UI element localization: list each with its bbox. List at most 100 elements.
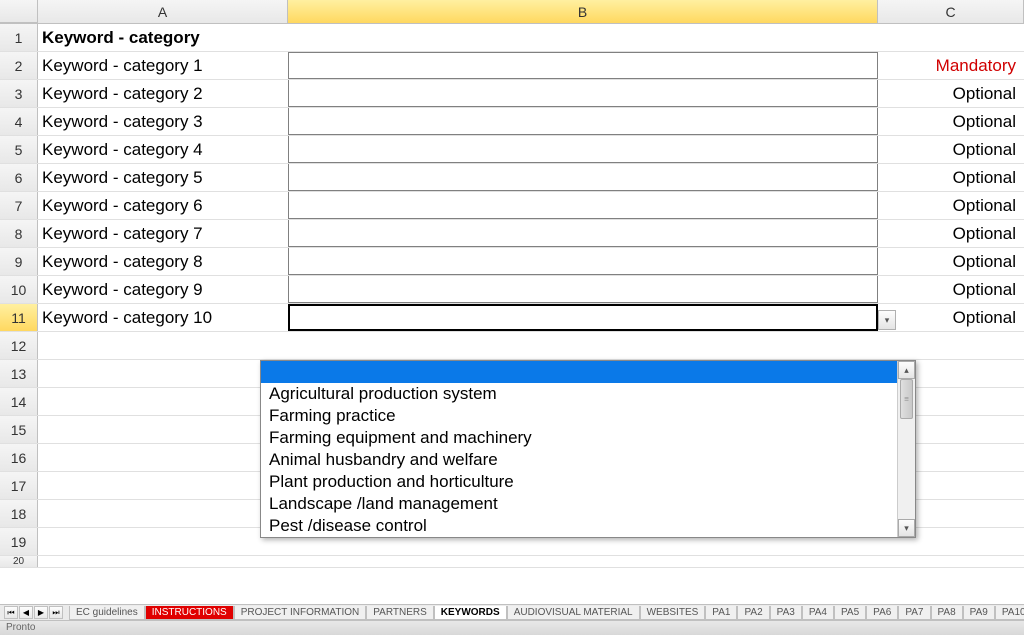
- row-header[interactable]: 6: [0, 164, 38, 191]
- row-header[interactable]: 15: [0, 416, 38, 443]
- sheet-tab[interactable]: PA6: [866, 606, 898, 620]
- sheet-tab[interactable]: PA9: [963, 606, 995, 620]
- cell-a[interactable]: Keyword - category 7: [38, 220, 288, 247]
- cell-c[interactable]: Optional: [878, 164, 1024, 191]
- row-header[interactable]: 20: [0, 556, 38, 567]
- row-header[interactable]: 4: [0, 108, 38, 135]
- sheet-tab[interactable]: PA10: [995, 606, 1024, 620]
- col-header-a[interactable]: A: [38, 0, 288, 23]
- row-header[interactable]: 9: [0, 248, 38, 275]
- cell-a[interactable]: [38, 500, 288, 527]
- row-header[interactable]: 16: [0, 444, 38, 471]
- scroll-up-button[interactable]: ▴: [898, 361, 915, 379]
- cell-a[interactable]: Keyword - category 3: [38, 108, 288, 135]
- row-header[interactable]: 17: [0, 472, 38, 499]
- scroll-down-button[interactable]: ▾: [898, 519, 915, 537]
- sheet-tab[interactable]: PARTNERS: [366, 606, 434, 620]
- cell-b[interactable]: [288, 24, 878, 51]
- cell-a[interactable]: [38, 528, 288, 555]
- cell-b[interactable]: [288, 220, 878, 247]
- sheet-tab[interactable]: PROJECT INFORMATION: [234, 606, 367, 620]
- dropdown-item[interactable]: Plant production and horticulture: [261, 471, 915, 493]
- row-header[interactable]: 8: [0, 220, 38, 247]
- cell-b[interactable]: [288, 248, 878, 275]
- sheet-tab[interactable]: PA7: [898, 606, 930, 620]
- row-header[interactable]: 1: [0, 24, 38, 51]
- row-header[interactable]: 2: [0, 52, 38, 79]
- cell-a[interactable]: [38, 416, 288, 443]
- cell-c[interactable]: [878, 24, 1024, 51]
- cell-b[interactable]: [288, 276, 878, 303]
- row-header[interactable]: 19: [0, 528, 38, 555]
- sheet-tab[interactable]: PA1: [705, 606, 737, 620]
- cell-a[interactable]: Keyword - category 10: [38, 304, 288, 331]
- cell-c[interactable]: [878, 332, 1024, 359]
- row-header[interactable]: 11: [0, 304, 38, 331]
- cell-c[interactable]: Optional: [878, 276, 1024, 303]
- cell-a[interactable]: [38, 388, 288, 415]
- cell-a[interactable]: Keyword - category 9: [38, 276, 288, 303]
- cell-c[interactable]: Optional: [878, 220, 1024, 247]
- cell-c[interactable]: Optional: [878, 136, 1024, 163]
- cell-c[interactable]: Optional: [878, 80, 1024, 107]
- sheet-tab[interactable]: WEBSITES: [640, 606, 706, 620]
- dropdown-item[interactable]: Farming equipment and machinery: [261, 427, 915, 449]
- sheet-tab[interactable]: PA8: [931, 606, 963, 620]
- cell-b[interactable]: [288, 108, 878, 135]
- select-all-corner[interactable]: [0, 0, 38, 23]
- row-header[interactable]: 14: [0, 388, 38, 415]
- cell-a[interactable]: [38, 360, 288, 387]
- row-header[interactable]: 7: [0, 192, 38, 219]
- cell-a[interactable]: Keyword - category 2: [38, 80, 288, 107]
- sheet-tab[interactable]: PA3: [770, 606, 802, 620]
- sheet-tab[interactable]: EC guidelines: [69, 606, 145, 620]
- cell-c[interactable]: Optional: [878, 192, 1024, 219]
- cell-a[interactable]: [38, 444, 288, 471]
- cell-a[interactable]: Keyword - category 1: [38, 52, 288, 79]
- dropdown-item[interactable]: [261, 361, 915, 383]
- cell-b[interactable]: [288, 136, 878, 163]
- dropdown-toggle-button[interactable]: [878, 310, 896, 330]
- sheet-tab[interactable]: PA5: [834, 606, 866, 620]
- cell-a[interactable]: [38, 332, 288, 359]
- sheet-tab[interactable]: PA2: [737, 606, 769, 620]
- sheet-nav-first[interactable]: ⏮: [4, 606, 18, 619]
- sheet-nav-next[interactable]: ▶: [34, 606, 48, 619]
- cell-c[interactable]: Optional: [878, 108, 1024, 135]
- cell-b[interactable]: [288, 304, 878, 331]
- sheet-tab[interactable]: INSTRUCTIONS: [145, 606, 234, 620]
- row-header[interactable]: 18: [0, 500, 38, 527]
- sheet-nav-prev[interactable]: ◀: [19, 606, 33, 619]
- row-header[interactable]: 13: [0, 360, 38, 387]
- cell-c[interactable]: Mandatory: [878, 52, 1024, 79]
- sheet-nav-last[interactable]: ⏭: [49, 606, 63, 619]
- row-header[interactable]: 12: [0, 332, 38, 359]
- dropdown-item[interactable]: Animal husbandry and welfare: [261, 449, 915, 471]
- cell-a[interactable]: Keyword - category 8: [38, 248, 288, 275]
- dropdown-item[interactable]: Agricultural production system: [261, 383, 915, 405]
- dropdown-item[interactable]: Pest /disease control: [261, 515, 915, 537]
- sheet-tab[interactable]: PA4: [802, 606, 834, 620]
- sheet-tab[interactable]: AUDIOVISUAL MATERIAL: [507, 606, 640, 620]
- dropdown-item[interactable]: Landscape /land management: [261, 493, 915, 515]
- row-header[interactable]: 3: [0, 80, 38, 107]
- row-header[interactable]: 10: [0, 276, 38, 303]
- cell-a[interactable]: Keyword - category 6: [38, 192, 288, 219]
- cell-b[interactable]: [288, 164, 878, 191]
- row-header[interactable]: 5: [0, 136, 38, 163]
- dropdown-item[interactable]: Farming practice: [261, 405, 915, 427]
- cell-b[interactable]: [288, 80, 878, 107]
- cell-b[interactable]: [288, 192, 878, 219]
- cell-a[interactable]: Keyword - category 5: [38, 164, 288, 191]
- cell-a[interactable]: Keyword - category 4: [38, 136, 288, 163]
- cell-b[interactable]: [288, 52, 878, 79]
- cell-c[interactable]: Optional: [878, 304, 1024, 331]
- cell-b[interactable]: [288, 332, 878, 359]
- cell-c[interactable]: Optional: [878, 248, 1024, 275]
- cell-a[interactable]: Keyword - category: [38, 24, 288, 51]
- scroll-thumb[interactable]: [900, 379, 913, 419]
- validation-dropdown[interactable]: Agricultural production systemFarming pr…: [260, 360, 916, 538]
- sheet-tab[interactable]: KEYWORDS: [434, 606, 507, 620]
- dropdown-scrollbar[interactable]: ▴ ▾: [897, 361, 915, 537]
- cell-a[interactable]: [38, 472, 288, 499]
